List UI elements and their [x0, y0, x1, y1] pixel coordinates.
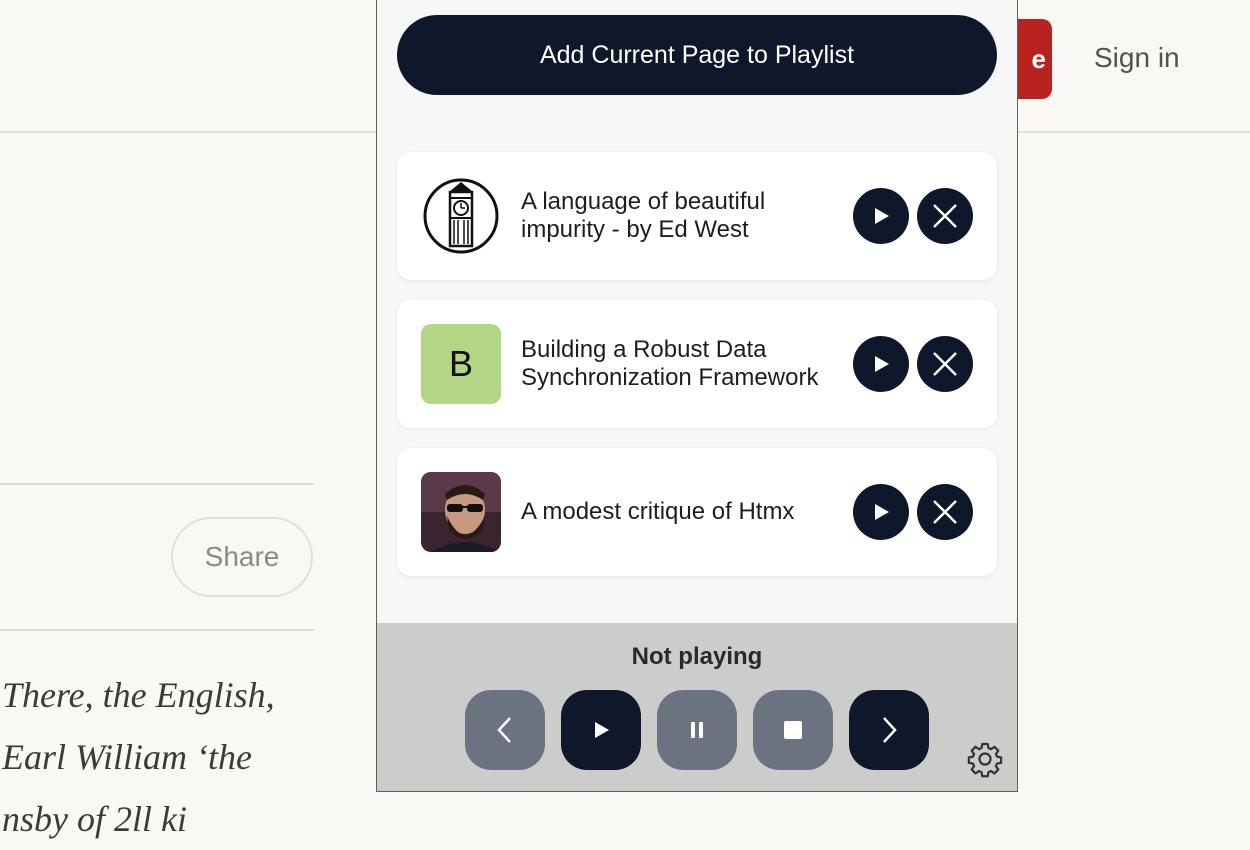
previous-button[interactable] — [465, 690, 545, 770]
subscribe-button-label: e — [1031, 43, 1046, 74]
close-icon — [933, 352, 957, 376]
stop-icon — [784, 721, 802, 739]
article-line: There, the English, — [2, 675, 275, 715]
playlist-item-title: A language of beautiful impurity - by Ed… — [521, 188, 766, 243]
article-excerpt: There, the English, Earl William ‘the ns… — [2, 664, 372, 850]
player-status: Not playing — [631, 643, 763, 670]
pause-icon — [691, 722, 703, 738]
playlist-item: A language of beautiful impurity - by Ed… — [397, 152, 997, 280]
divider-top — [0, 483, 314, 485]
chevron-right-icon — [883, 717, 897, 743]
stop-button[interactable] — [753, 690, 833, 770]
bearded-man-avatar — [421, 472, 501, 552]
play-icon — [875, 504, 889, 520]
gear-icon — [967, 742, 1003, 778]
play-icon — [875, 208, 889, 224]
remove-item-button[interactable] — [917, 336, 973, 392]
playlist-item: B Building a Robust Data Synchronization… — [397, 300, 997, 428]
next-button[interactable] — [849, 690, 929, 770]
play-item-button[interactable] — [853, 484, 909, 540]
share-button-label: Share — [204, 541, 280, 572]
play-item-button[interactable] — [853, 336, 909, 392]
close-icon — [933, 204, 957, 228]
remove-item-button[interactable] — [917, 484, 973, 540]
share-button[interactable]: Share — [171, 517, 313, 597]
letter-avatar: B — [421, 324, 501, 404]
sign-in-link[interactable]: Sign in — [1094, 42, 1180, 74]
playlist-item: A modest critique of Htmx — [397, 448, 997, 576]
article-line: nsby of 2ll ki — [2, 799, 187, 839]
playlist-popup: Add Current Page to Playlist A language … — [376, 0, 1018, 792]
close-icon — [933, 500, 957, 524]
player-bar: Not playing — [377, 623, 1017, 791]
playlist-item-title: Building a Robust Data Synchronization F… — [521, 336, 819, 391]
clock-tower-logo — [421, 176, 501, 256]
add-current-page-label: Add Current Page to Playlist — [539, 40, 855, 69]
play-button[interactable] — [561, 690, 641, 770]
play-icon — [595, 722, 609, 738]
remove-item-button[interactable] — [917, 188, 973, 244]
pause-button[interactable] — [657, 690, 737, 770]
add-current-page-button[interactable]: Add Current Page to Playlist — [397, 15, 997, 95]
play-item-button[interactable] — [853, 188, 909, 244]
chevron-left-icon — [497, 717, 511, 743]
article-line: Earl William ‘the — [2, 737, 252, 777]
settings-button[interactable] — [966, 740, 1004, 778]
divider-bottom — [0, 629, 314, 631]
playlist-item-title: A modest critique of Htmx — [521, 498, 795, 525]
play-icon — [875, 356, 889, 372]
